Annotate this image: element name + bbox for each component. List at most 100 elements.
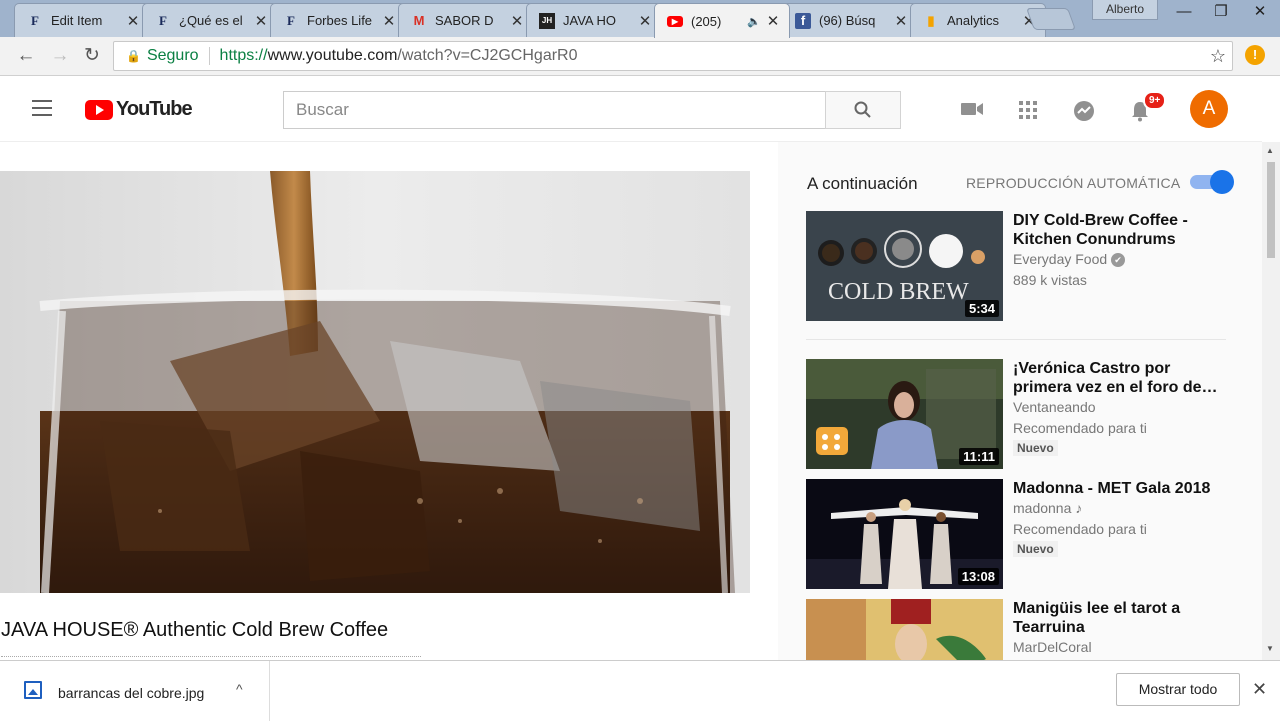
bookmark-star-icon[interactable]: ☆ bbox=[1210, 46, 1226, 67]
download-options-chevron-icon[interactable]: ^ bbox=[236, 681, 243, 697]
tab-title: (205) bbox=[691, 13, 722, 29]
autoplay-label: REPRODUCCIÓN AUTOMÁTICA bbox=[966, 175, 1181, 191]
image-file-icon bbox=[24, 681, 42, 699]
channel-name[interactable]: Ventaneando bbox=[1013, 397, 1223, 418]
forbes-icon: F bbox=[159, 12, 167, 28]
url-domain: www.youtube.com bbox=[267, 47, 398, 64]
youtube-header: YouTube 9+ A bbox=[0, 76, 1262, 142]
video-thumbnail[interactable]: 13:08 bbox=[806, 479, 1003, 589]
tab-close-icon[interactable]: ✕ bbox=[381, 12, 397, 30]
search-icon bbox=[854, 101, 871, 118]
video-thumbnail[interactable]: COLD BREW 5:34 bbox=[806, 211, 1003, 321]
video-info: DIY Cold-Brew Coffee - Kitchen Conundrum… bbox=[1013, 211, 1223, 291]
tab-gmail[interactable]: M SABOR D ✕ bbox=[398, 3, 534, 37]
channel-name[interactable]: Everyday Food bbox=[1013, 251, 1107, 267]
tab-analytics[interactable]: ▮ Analytics ✕ bbox=[910, 3, 1046, 37]
tab-forbes-life[interactable]: F Forbes Life ✕ bbox=[270, 3, 406, 37]
tab-close-icon[interactable]: ✕ bbox=[509, 12, 525, 30]
javahouse-icon: JH bbox=[539, 12, 555, 29]
youtube-logo[interactable]: YouTube bbox=[85, 98, 193, 121]
tab-edit-item[interactable]: F Edit Item ✕ bbox=[14, 3, 150, 37]
new-tab-button[interactable] bbox=[1025, 8, 1077, 30]
autoplay-toggle[interactable] bbox=[1190, 170, 1234, 194]
maximize-button[interactable]: ❐ bbox=[1203, 0, 1239, 26]
search-input[interactable] bbox=[283, 91, 825, 129]
address-bar[interactable]: 🔒 Seguro https://www.youtube.com/watch?v… bbox=[113, 41, 1233, 71]
channel-name[interactable]: MarDelCoral bbox=[1013, 637, 1223, 658]
search-button[interactable] bbox=[825, 91, 901, 129]
download-item[interactable]: barrancas del cobre.jpg ^ bbox=[0, 661, 270, 721]
verified-check-icon: ✔ bbox=[1111, 253, 1126, 268]
video-duration: 13:08 bbox=[957, 568, 999, 585]
lock-icon: 🔒 bbox=[126, 49, 141, 63]
tab-youtube[interactable]: ▶ (205) 🔈 ✕ bbox=[654, 3, 790, 38]
omnibox-separator bbox=[208, 47, 210, 65]
tab-facebook[interactable]: f (96) Búsq ✕ bbox=[782, 3, 918, 37]
avatar[interactable]: A bbox=[1190, 90, 1228, 128]
extension-alert-icon[interactable]: ! bbox=[1245, 45, 1265, 65]
suggested-video[interactable]: 11:11 ¡Verónica Castro por primera vez e… bbox=[806, 359, 1226, 469]
tab-close-icon[interactable]: ✕ bbox=[253, 12, 269, 30]
forward-button[interactable]: → bbox=[48, 45, 72, 69]
security-label: Seguro bbox=[146, 47, 199, 64]
minimize-button[interactable]: — bbox=[1166, 0, 1202, 26]
tab-close-icon[interactable]: ✕ bbox=[637, 12, 653, 30]
tab-close-icon[interactable]: ✕ bbox=[125, 12, 141, 30]
gmail-icon: M bbox=[413, 13, 425, 28]
search-box bbox=[283, 91, 901, 129]
close-window-button[interactable]: ✕ bbox=[1242, 0, 1278, 26]
tab-title: ¿Qué es el bbox=[179, 13, 243, 28]
back-button[interactable]: ← bbox=[14, 45, 38, 69]
browser-toolbar: ← → ↻ 🔒 Seguro https://www.youtube.com/w… bbox=[0, 37, 1280, 76]
url-text[interactable]: https://www.youtube.com/watch?v=CJ2GCHga… bbox=[220, 47, 578, 65]
apps-grid-icon[interactable] bbox=[1016, 100, 1040, 122]
tab-close-icon[interactable]: ✕ bbox=[893, 12, 909, 30]
tab-que-es[interactable]: F ¿Qué es el ✕ bbox=[142, 3, 278, 37]
hamburger-menu-icon[interactable] bbox=[32, 100, 52, 116]
youtube-icon: ▶ bbox=[667, 15, 683, 27]
video-card-title[interactable]: DIY Cold-Brew Coffee - Kitchen Conundrum… bbox=[1013, 211, 1223, 249]
audio-icon[interactable]: 🔈 bbox=[747, 15, 761, 28]
recommendation-label: Recomendado para ti bbox=[1013, 420, 1147, 436]
music-note-icon: ♪ bbox=[1075, 500, 1083, 516]
page-scrollbar[interactable]: ▲ ▼ bbox=[1262, 142, 1280, 660]
tab-title: Forbes Life bbox=[307, 13, 373, 28]
upload-video-icon[interactable] bbox=[960, 100, 984, 122]
reload-button[interactable]: ↻ bbox=[80, 45, 104, 69]
tab-title: Analytics bbox=[947, 13, 1000, 28]
download-file-name[interactable]: barrancas del cobre.jpg bbox=[58, 685, 204, 701]
profile-button[interactable]: Alberto bbox=[1092, 0, 1158, 20]
new-badge: Nuevo bbox=[1013, 440, 1058, 456]
analytics-icon: ▮ bbox=[927, 12, 935, 28]
suggested-video[interactable]: COLD BREW 5:34 DIY Cold-Brew Coffee - Ki… bbox=[806, 211, 1226, 321]
downloads-bar: barrancas del cobre.jpg ^ Mostrar todo ✕ bbox=[0, 660, 1280, 721]
url-scheme: https:// bbox=[219, 47, 268, 64]
tab-java-house[interactable]: JH JAVA HO ✕ bbox=[526, 3, 662, 37]
video-info: ¡Verónica Castro por primera vez en el f… bbox=[1013, 359, 1223, 457]
divider bbox=[806, 339, 1226, 340]
video-title: JAVA HOUSE® Authentic Cold Brew Coffee bbox=[1, 619, 389, 641]
scrollbar-thumb[interactable] bbox=[1267, 162, 1275, 258]
youtube-logo-text: YouTube bbox=[116, 98, 193, 120]
forbes-icon: F bbox=[287, 12, 295, 28]
tab-close-icon[interactable]: ✕ bbox=[765, 12, 781, 30]
video-card-title[interactable]: Manigüis lee el tarot a Tearruina bbox=[1013, 599, 1223, 637]
scroll-down-arrow-icon[interactable]: ▼ bbox=[1266, 644, 1274, 653]
url-path: /watch?v=CJ2GCHgarR0 bbox=[397, 47, 578, 64]
close-downloads-bar-icon[interactable]: ✕ bbox=[1252, 679, 1267, 700]
channel-name[interactable]: madonna bbox=[1013, 500, 1071, 516]
video-thumbnail[interactable]: 11:11 bbox=[806, 359, 1003, 469]
video-info: Madonna - MET Gala 2018 madonna ♪ Recome… bbox=[1013, 479, 1223, 558]
video-player[interactable] bbox=[0, 171, 750, 593]
suggested-video[interactable]: 13:08 Madonna - MET Gala 2018 madonna ♪ … bbox=[806, 479, 1226, 589]
scroll-up-arrow-icon[interactable]: ▲ bbox=[1266, 146, 1274, 155]
recommendation-label: Recomendado para ti bbox=[1013, 521, 1147, 537]
video-card-title[interactable]: Madonna - MET Gala 2018 bbox=[1013, 479, 1223, 498]
show-all-downloads-button[interactable]: Mostrar todo bbox=[1116, 673, 1240, 706]
messages-icon[interactable] bbox=[1072, 100, 1096, 122]
video-card-title[interactable]: ¡Verónica Castro por primera vez en el f… bbox=[1013, 359, 1223, 397]
tab-title: JAVA HO bbox=[563, 13, 616, 28]
video-info: Manigüis lee el tarot a Tearruina MarDel… bbox=[1013, 599, 1223, 658]
tab-title: SABOR D bbox=[435, 13, 494, 28]
new-badge: Nuevo bbox=[1013, 541, 1058, 557]
